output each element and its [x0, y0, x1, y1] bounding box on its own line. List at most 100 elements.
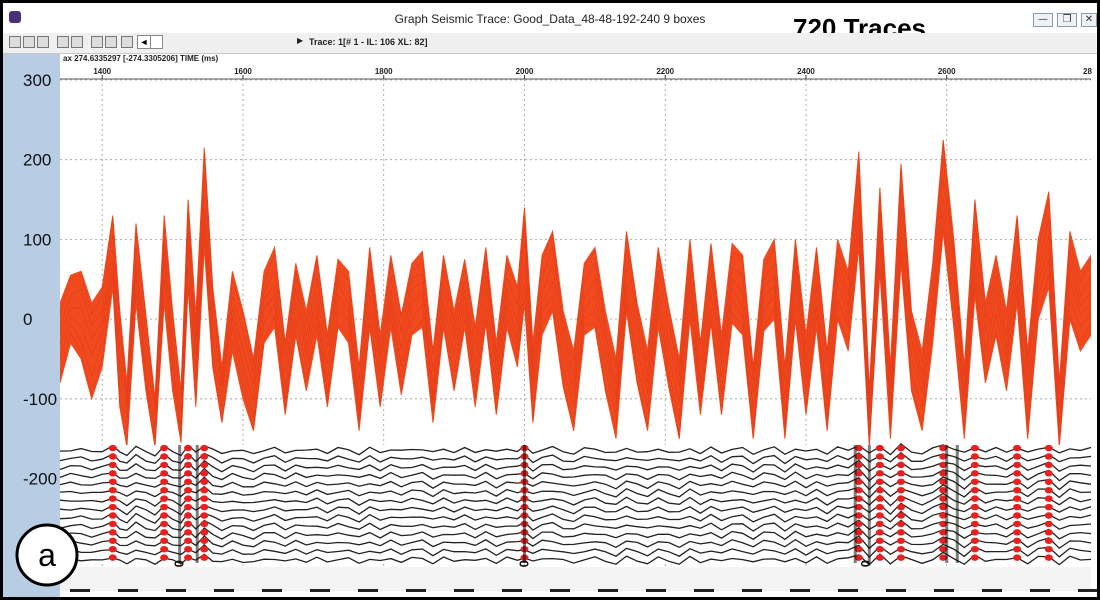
- bottom-tick: [886, 589, 906, 592]
- density-lobe: [970, 478, 979, 485]
- toolbar: ◄ ▶ Trace: 1[# 1 - IL: 106 XL: 82]: [3, 33, 1097, 54]
- density-lobe: [160, 520, 169, 528]
- density-lobe: [970, 461, 979, 469]
- density-lobe: [200, 478, 209, 485]
- density-lobe: [896, 453, 905, 460]
- density-lobe: [160, 503, 169, 511]
- x-tick-label: 2600: [938, 67, 956, 76]
- density-lobe: [184, 470, 193, 477]
- density-lobe: [896, 537, 905, 544]
- previous-trace-button[interactable]: ◄: [137, 35, 151, 49]
- seismic-trace-window: 1400 1600 1800 2000 2200 2400 2600 28 300 200 100 0…: [0, 0, 1100, 600]
- bottom-tick: [982, 589, 1002, 592]
- density-lobe: [970, 529, 979, 536]
- window-title: Graph Seismic Trace: Good_Data_48-48-192…: [394, 12, 706, 26]
- bottom-tick: [598, 589, 618, 592]
- density-lobe: [108, 512, 117, 519]
- event-column: [853, 445, 857, 563]
- density-lobe: [160, 545, 169, 553]
- bottom-tick: [646, 589, 666, 592]
- y-tick-label: 300: [23, 71, 51, 90]
- density-lobe: [1013, 470, 1022, 477]
- bottom-tick: [1030, 589, 1050, 592]
- bottom-tick: [70, 589, 90, 592]
- density-lobe: [108, 453, 117, 460]
- bottom-tick: [214, 589, 234, 592]
- minimize-button[interactable]: —: [1033, 13, 1053, 27]
- density-lobe: [896, 478, 905, 485]
- export-icon[interactable]: [105, 36, 117, 48]
- copy-icon[interactable]: [91, 36, 103, 48]
- density-lobe: [108, 478, 117, 485]
- close-button[interactable]: ✕: [1081, 13, 1097, 27]
- density-lobe: [1044, 444, 1053, 452]
- density-lobe: [970, 495, 979, 502]
- density-lobe: [160, 470, 169, 477]
- bottom-tick: [166, 589, 186, 592]
- density-lobe: [184, 545, 193, 553]
- bottom-tick: [550, 589, 570, 592]
- x-tick-label: 28: [1083, 67, 1092, 76]
- bottom-tick: [934, 589, 954, 592]
- density-lobe: [896, 486, 905, 494]
- density-lobe: [875, 503, 884, 511]
- density-lobe: [970, 453, 979, 460]
- chart-icon[interactable]: [37, 36, 49, 48]
- density-lobe: [108, 444, 117, 452]
- density-lobe: [200, 529, 209, 536]
- density-lobe: [1044, 503, 1053, 511]
- density-lobe: [1013, 461, 1022, 469]
- density-lobe: [1044, 554, 1053, 561]
- x-tick-label: 2000: [516, 67, 534, 76]
- density-lobe: [1013, 444, 1022, 452]
- density-lobe: [160, 512, 169, 519]
- y-tick-label: 100: [23, 230, 51, 249]
- settings-icon[interactable]: [121, 36, 133, 48]
- bottom-tick: [838, 589, 858, 592]
- density-lobe: [896, 554, 905, 561]
- x-tick-label: 1600: [234, 67, 252, 76]
- density-lobe: [875, 512, 884, 519]
- zoom-icon[interactable]: [23, 36, 35, 48]
- next-trace-button[interactable]: ▶: [297, 36, 303, 45]
- density-lobe: [970, 520, 979, 528]
- density-lobe: [875, 495, 884, 502]
- density-lobe: [1044, 545, 1053, 553]
- density-lobe: [108, 529, 117, 536]
- density-lobe: [184, 520, 193, 528]
- density-lobe: [200, 537, 209, 544]
- y-tick-label: -100: [23, 390, 57, 409]
- density-lobe: [200, 545, 209, 553]
- density-lobe: [184, 486, 193, 494]
- density-lobe: [108, 503, 117, 511]
- print-icon[interactable]: [71, 36, 83, 48]
- density-lobe: [1044, 520, 1053, 528]
- density-lobe: [160, 478, 169, 485]
- grid-icon[interactable]: [57, 36, 69, 48]
- title-bar: Graph Seismic Trace: Good_Data_48-48-192…: [3, 3, 1097, 43]
- density-lobe: [970, 444, 979, 452]
- density-lobe: [108, 554, 117, 561]
- event-column: [522, 445, 526, 563]
- density-lobe: [200, 453, 209, 460]
- trace-scroll-handle[interactable]: [151, 35, 163, 49]
- density-lobe: [970, 503, 979, 511]
- bottom-tick: [406, 589, 426, 592]
- event-column: [945, 445, 949, 563]
- density-lobe: [184, 529, 193, 536]
- density-lobe: [200, 470, 209, 477]
- density-lobe: [1013, 478, 1022, 485]
- restore-button[interactable]: ❐: [1057, 13, 1077, 27]
- density-lobe: [200, 461, 209, 469]
- bottom-tick: [1078, 589, 1097, 592]
- density-lobe: [184, 478, 193, 485]
- graph-icon[interactable]: [9, 36, 21, 48]
- x-tick-label: 1400: [93, 67, 111, 76]
- density-lobe: [875, 478, 884, 485]
- panel-label: a: [38, 537, 56, 573]
- density-lobe: [970, 470, 979, 477]
- density-lobe: [1013, 512, 1022, 519]
- density-lobe: [896, 545, 905, 553]
- density-lobe: [896, 520, 905, 528]
- bottom-strip: [60, 567, 1091, 591]
